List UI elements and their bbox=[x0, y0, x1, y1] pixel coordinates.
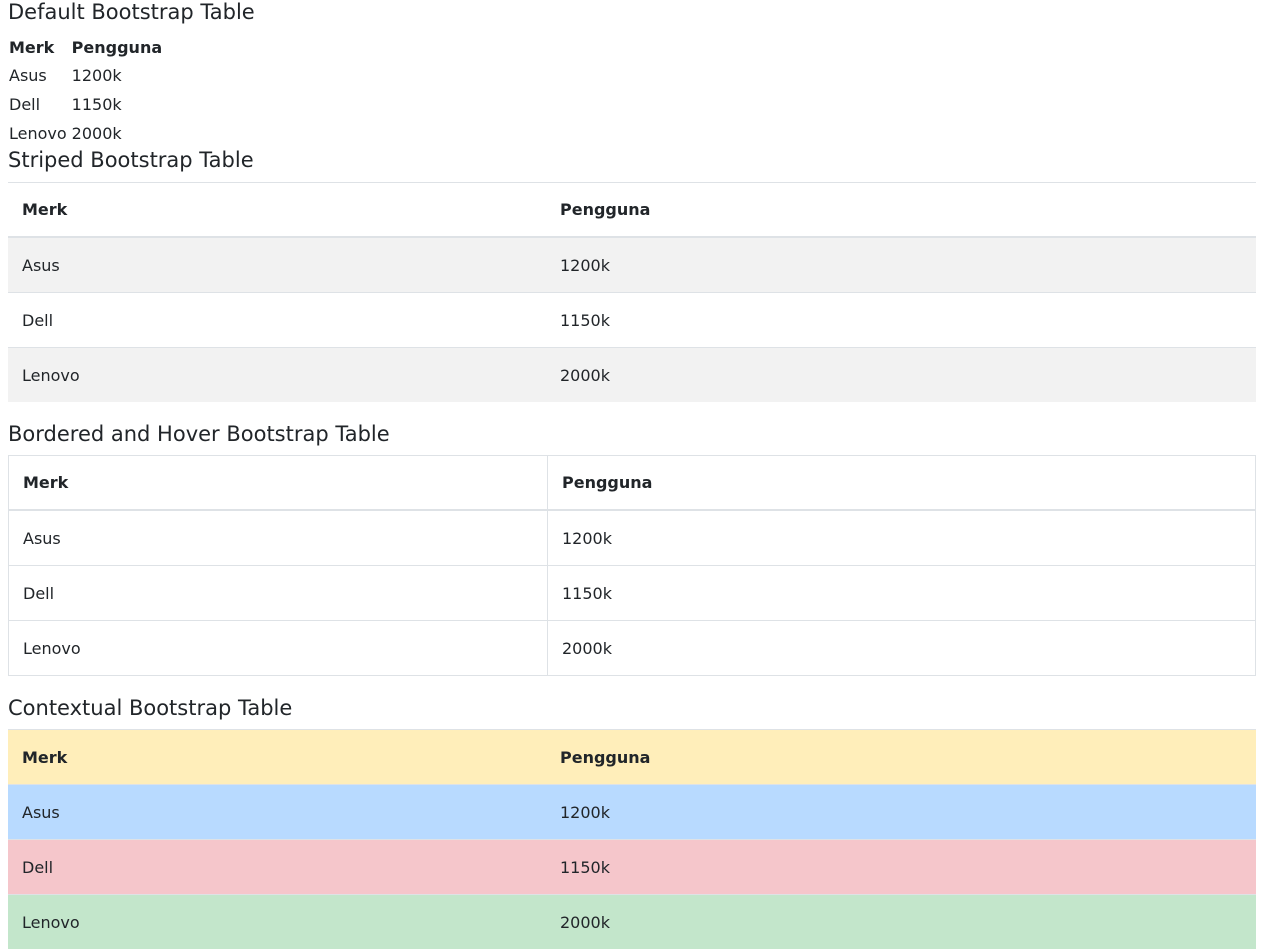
cell-merk: Dell bbox=[8, 565, 548, 621]
cell-pengguna: 1200k bbox=[547, 509, 1256, 566]
page-content: Default Bootstrap Table Merk Pengguna As… bbox=[8, 0, 1256, 949]
table-row[interactable]: Lenovo 2000k bbox=[8, 620, 1256, 676]
cell-merk: Dell bbox=[8, 839, 546, 895]
cell-merk: Dell bbox=[8, 292, 546, 348]
header-pengguna: Pengguna bbox=[547, 455, 1256, 511]
header-merk: Merk bbox=[8, 182, 546, 238]
cell-merk: Asus bbox=[8, 236, 546, 293]
table-row: Lenovo 2000k bbox=[8, 347, 1256, 402]
cell-pengguna: 1150k bbox=[546, 292, 1256, 348]
cell-pengguna: 2000k bbox=[71, 124, 122, 143]
striped-table-title: Striped Bootstrap Table bbox=[8, 148, 254, 172]
bordered-table: Merk Pengguna Asus 1200k Dell 1150k Leno… bbox=[8, 455, 1256, 676]
cell-pengguna: 2000k bbox=[546, 347, 1256, 402]
cell-pengguna: 2000k bbox=[546, 894, 1256, 949]
table-row: Asus 1200k bbox=[8, 61, 166, 90]
cell-pengguna: 1200k bbox=[546, 784, 1256, 840]
default-table-title: Default Bootstrap Table bbox=[8, 0, 255, 24]
table-row[interactable]: Asus 1200k bbox=[8, 509, 1256, 566]
cell-merk: Asus bbox=[9, 66, 47, 85]
header-merk: Merk bbox=[8, 729, 546, 785]
bordered-table-title: Bordered and Hover Bootstrap Table bbox=[8, 422, 390, 446]
table-row: Dell 1150k bbox=[8, 90, 166, 119]
table-header-row: Merk Pengguna bbox=[8, 182, 1256, 238]
cell-pengguna: 1150k bbox=[547, 565, 1256, 621]
cell-merk: Asus bbox=[8, 784, 546, 840]
table-header-row: Merk Pengguna bbox=[8, 34, 166, 61]
cell-merk: Asus bbox=[8, 509, 548, 566]
table-header-row: Merk Pengguna bbox=[8, 729, 1256, 785]
cell-merk: Lenovo bbox=[8, 894, 546, 949]
table-row: Lenovo 2000k bbox=[8, 894, 1256, 949]
table-header-row: Merk Pengguna bbox=[8, 455, 1256, 511]
cell-pengguna: 1150k bbox=[71, 95, 122, 114]
cell-merk: Lenovo bbox=[9, 124, 67, 143]
table-row: Dell 1150k bbox=[8, 839, 1256, 895]
header-pengguna: Pengguna bbox=[71, 38, 163, 57]
header-merk: Merk bbox=[8, 455, 548, 511]
table-row: Asus 1200k bbox=[8, 784, 1256, 840]
striped-table: Merk Pengguna Asus 1200k Dell 1150k Leno… bbox=[8, 182, 1256, 402]
default-table: Merk Pengguna Asus 1200k Dell 1150k Leno… bbox=[8, 34, 166, 148]
contextual-table-title: Contextual Bootstrap Table bbox=[8, 696, 293, 720]
header-merk: Merk bbox=[9, 38, 55, 57]
table-row: Lenovo 2000k bbox=[8, 119, 166, 148]
cell-pengguna: 2000k bbox=[547, 620, 1256, 676]
header-pengguna: Pengguna bbox=[546, 182, 1256, 238]
cell-pengguna: 1150k bbox=[546, 839, 1256, 895]
header-pengguna: Pengguna bbox=[546, 729, 1256, 785]
cell-merk: Lenovo bbox=[8, 620, 548, 676]
cell-merk: Dell bbox=[9, 95, 41, 114]
table-row: Dell 1150k bbox=[8, 292, 1256, 348]
cell-pengguna: 1200k bbox=[546, 236, 1256, 293]
table-row[interactable]: Dell 1150k bbox=[8, 565, 1256, 621]
cell-pengguna: 1200k bbox=[71, 66, 122, 85]
contextual-table: Merk Pengguna Asus 1200k Dell 1150k Leno… bbox=[8, 729, 1256, 949]
table-row: Asus 1200k bbox=[8, 236, 1256, 293]
cell-merk: Lenovo bbox=[8, 347, 546, 402]
